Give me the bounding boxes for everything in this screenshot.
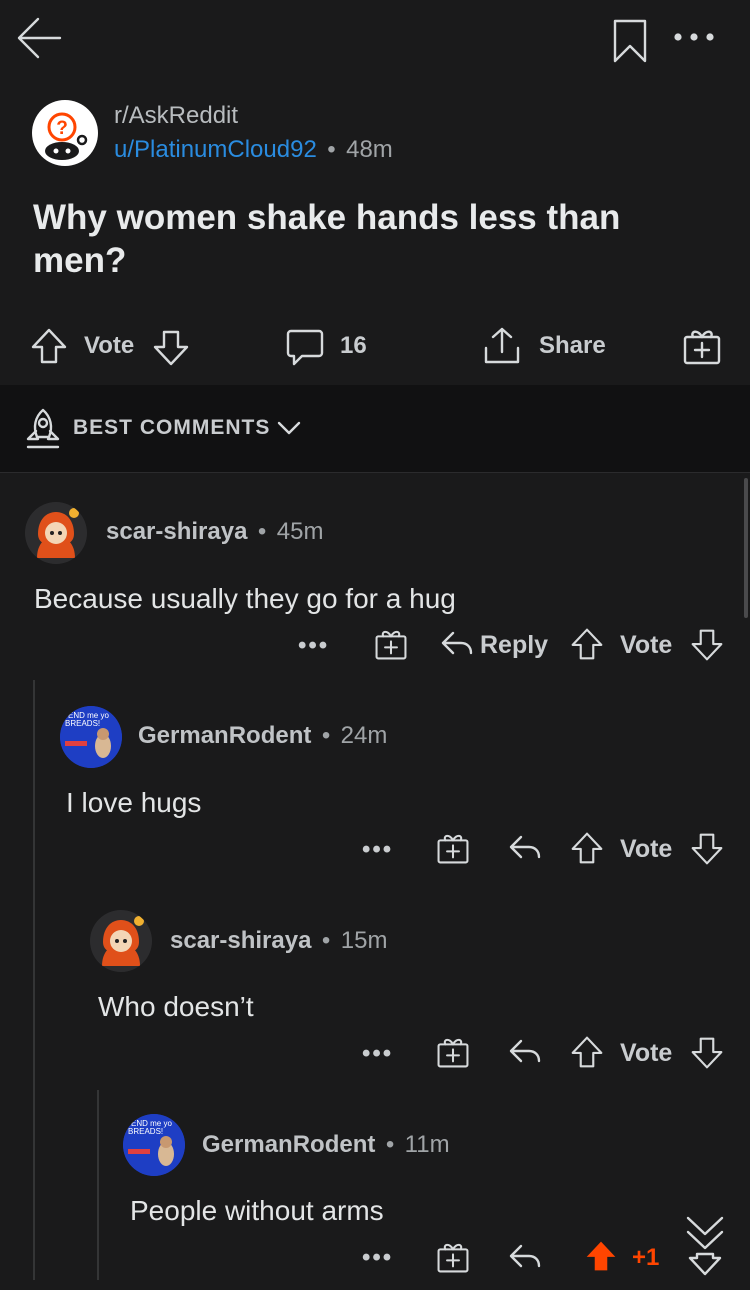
share-icon[interactable] — [482, 326, 522, 366]
upvote-icon[interactable] — [570, 1035, 604, 1069]
vote-score: +1 — [632, 1244, 660, 1271]
comment-header: scar-shiraya • 45m — [106, 518, 323, 546]
bookmark-icon[interactable] — [612, 18, 648, 64]
avatar-text-2: BREADS! — [65, 719, 100, 728]
post-title: Why women shake hands less than men? — [33, 198, 621, 280]
upvote-icon[interactable] — [570, 627, 604, 661]
chevron-down-icon[interactable] — [276, 418, 302, 438]
user-avatar[interactable] — [90, 910, 152, 972]
more-options-button[interactable]: ••• — [362, 1244, 393, 1272]
meta-separator: • — [327, 136, 336, 163]
svg-text:?: ? — [56, 118, 68, 139]
post-downvote-icon[interactable] — [152, 329, 190, 367]
subreddit-name[interactable]: r/AskReddit — [114, 102, 238, 130]
comment-username[interactable]: scar-shiraya — [106, 518, 247, 545]
avatar-text-2: BREADS! — [128, 1127, 163, 1136]
more-options-button[interactable]: ••• — [362, 836, 393, 864]
comment-header: GermanRodent • 11m — [202, 1131, 450, 1159]
top-bar — [0, 0, 750, 90]
downvote-icon[interactable] — [690, 628, 724, 662]
comment-body: People without arms — [130, 1195, 384, 1226]
more-options-button[interactable]: ••• — [362, 1040, 393, 1068]
post-card: ? r/AskReddit u/PlatinumCloud92 • 48m Wh… — [0, 90, 750, 385]
comment-icon[interactable] — [285, 328, 325, 368]
award-icon[interactable] — [436, 831, 470, 865]
subreddit-avatar[interactable]: ? — [32, 100, 98, 166]
comment-header: scar-shiraya • 15m — [170, 927, 387, 955]
award-icon[interactable] — [436, 1035, 470, 1069]
reply-label[interactable]: Reply — [480, 631, 548, 660]
comment-body: I love hugs — [66, 787, 202, 818]
vote-label: Vote — [620, 1039, 673, 1067]
thread-line-3[interactable] — [97, 1090, 99, 1280]
scrollbar[interactable] — [744, 478, 748, 618]
collapse-down-icon[interactable] — [682, 1214, 728, 1276]
comment-username[interactable]: GermanRodent — [138, 722, 311, 749]
user-avatar[interactable] — [25, 502, 87, 564]
award-icon[interactable] — [436, 1240, 470, 1274]
downvote-icon[interactable] — [690, 832, 724, 866]
meta-separator: • — [321, 722, 331, 749]
user-avatar[interactable]: END me yo BREADS! — [60, 706, 122, 768]
award-icon[interactable] — [682, 326, 722, 366]
back-arrow-icon[interactable] — [14, 14, 64, 62]
post-upvote-icon[interactable] — [30, 327, 68, 365]
comment-time: 15m — [340, 927, 388, 954]
post-vote-label: Vote — [84, 332, 135, 359]
vote-label: Vote — [620, 631, 673, 659]
post-time: 48m — [346, 136, 393, 163]
post-author[interactable]: u/PlatinumCloud92 — [114, 136, 317, 163]
reply-icon[interactable] — [440, 629, 474, 659]
more-options-button[interactable]: ••• — [298, 632, 329, 660]
meta-separator: • — [257, 518, 267, 545]
post-meta: u/PlatinumCloud92 • 48m — [114, 136, 393, 164]
upvote-icon-active[interactable] — [584, 1238, 618, 1274]
comment-username[interactable]: GermanRodent — [202, 1131, 375, 1158]
meta-separator: • — [385, 1131, 395, 1158]
downvote-icon[interactable] — [690, 1036, 724, 1070]
comment-username[interactable]: scar-shiraya — [170, 927, 311, 954]
comment-time: 11m — [404, 1131, 450, 1158]
reply-icon[interactable] — [508, 1242, 542, 1272]
rocket-icon — [24, 407, 62, 451]
comment-count[interactable]: 16 — [340, 332, 367, 360]
user-avatar[interactable]: END me yo BREADS! — [123, 1114, 185, 1176]
comment-time: 45m — [276, 518, 324, 545]
comment-body: Who doesn’t — [98, 991, 254, 1022]
thread-line-1[interactable] — [33, 680, 35, 1280]
more-icon[interactable] — [672, 27, 716, 47]
comment-body: Because usually they go for a hug — [34, 583, 456, 614]
reply-icon[interactable] — [508, 833, 542, 863]
vote-label: Vote — [620, 835, 673, 863]
upvote-icon[interactable] — [570, 831, 604, 865]
share-label[interactable]: Share — [539, 332, 606, 360]
sort-label[interactable]: BEST COMMENTS — [73, 416, 270, 440]
reply-icon[interactable] — [508, 1037, 542, 1067]
comment-header: GermanRodent • 24m — [138, 722, 387, 750]
comment-time: 24m — [340, 722, 388, 749]
sort-bar[interactable]: BEST COMMENTS — [0, 385, 750, 473]
award-icon[interactable] — [374, 627, 408, 661]
meta-separator: • — [321, 927, 331, 954]
